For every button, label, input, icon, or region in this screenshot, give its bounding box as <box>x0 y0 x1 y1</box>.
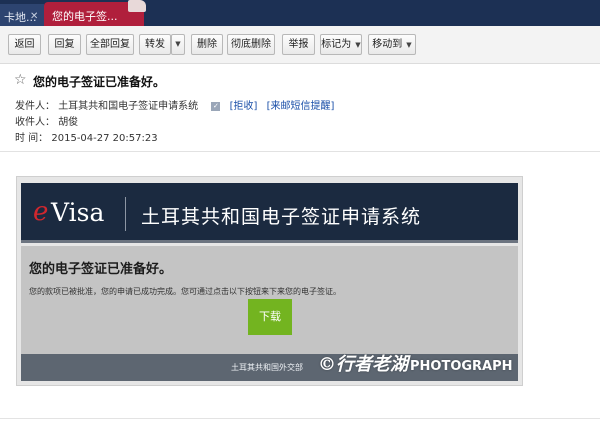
mail-toolbar: 返回 回复 全部回复 转发 ▼ 删除 彻底删除 举报 标记为 ▼ 移动到 ▼ <box>0 26 600 64</box>
footer-text: 土耳其共和国外交部 <box>231 363 303 372</box>
move-to-button[interactable]: 移动到 ▼ <box>368 34 416 55</box>
forward-button[interactable]: 转发 <box>139 34 171 55</box>
evisa-banner: e Visa 土耳其共和国电子签证申请系统 <box>21 183 518 243</box>
divider <box>0 418 600 419</box>
report-button[interactable]: 举报 <box>282 34 315 55</box>
recipient-name[interactable]: 胡俊 <box>58 117 78 128</box>
email-heading: 您的电子签证已准备好。 <box>29 262 173 277</box>
chevron-down-icon: ▼ <box>355 41 361 49</box>
time-label: 时 间： <box>15 133 49 144</box>
message-header: ☆ 您的电子签证已准备好。 发件人： 土耳其共和国电子签证申请系统 ✓ [拒收]… <box>0 64 600 152</box>
tab-decoration <box>128 0 146 12</box>
evisa-logo-visa: Visa <box>51 198 105 227</box>
time-row: 时 间： 2015-04-27 20:57:23 <box>15 129 158 144</box>
email-text: 您的款项已被批准，您的申请已成功完成。您可通过点击以下按钮来下来您的电子签证。 <box>29 287 341 296</box>
reply-all-button[interactable]: 全部回复 <box>86 34 134 55</box>
evisa-logo-e: e <box>33 197 49 227</box>
time-value: 2015-04-27 20:57:23 <box>51 133 158 144</box>
recipient-row: 收件人： 胡俊 <box>15 113 78 128</box>
reply-button[interactable]: 回复 <box>48 34 81 55</box>
watermark-latin: PHOTOGRAPH <box>410 359 513 374</box>
tab-bar: 卡地... ✕ 您的电子签... <box>0 0 600 26</box>
download-button[interactable]: 下载 <box>248 299 292 335</box>
watermark-text: ©行者老湖 <box>318 354 408 375</box>
verified-icon: ✓ <box>211 102 221 111</box>
star-icon[interactable]: ☆ <box>14 72 27 88</box>
sms-alert-link[interactable]: [来邮短信提醒] <box>267 101 335 112</box>
recipient-label: 收件人： <box>15 117 55 128</box>
close-icon[interactable]: ✕ <box>30 11 38 22</box>
chevron-down-icon[interactable]: ▼ <box>171 34 185 55</box>
mark-as-button[interactable]: 标记为 ▼ <box>320 34 362 55</box>
watermark: ©行者老湖 PHOTOGRAPH <box>318 350 513 376</box>
logo-divider <box>125 197 126 231</box>
delete-permanently-button[interactable]: 彻底删除 <box>227 34 275 55</box>
sender-label: 发件人： <box>15 101 55 112</box>
sender-name[interactable]: 土耳其共和国电子签证申请系统 <box>58 101 198 112</box>
tab-label: 您的电子签... <box>52 10 118 23</box>
message-subject: 您的电子签证已准备好。 <box>33 75 166 89</box>
back-button[interactable]: 返回 <box>8 34 41 55</box>
sender-row: 发件人： 土耳其共和国电子签证申请系统 ✓ [拒收] [来邮短信提醒] <box>15 97 334 112</box>
banner-title: 土耳其共和国电子签证申请系统 <box>141 206 422 228</box>
tab-inactive[interactable]: 卡地... ✕ <box>0 4 44 26</box>
chevron-down-icon: ▼ <box>406 41 412 49</box>
reject-link[interactable]: [拒收] <box>230 101 258 112</box>
delete-button[interactable]: 删除 <box>191 34 223 55</box>
